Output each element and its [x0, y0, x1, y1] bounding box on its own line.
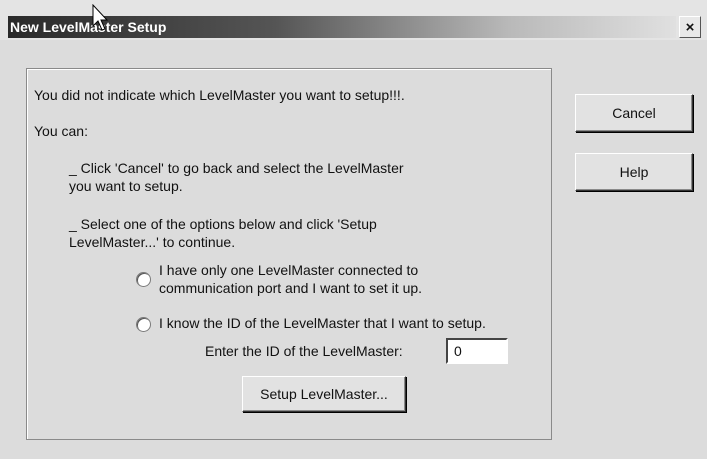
radio-know-id-label[interactable]: I know the ID of the LevelMaster that I … — [159, 315, 486, 331]
id-field-label: Enter the ID of the LevelMaster: — [205, 343, 403, 359]
close-button[interactable]: × — [679, 16, 701, 38]
select-instruction-line1: _ Select one of the options below and cl… — [69, 216, 377, 232]
cancel-button[interactable]: Cancel — [575, 94, 693, 132]
setup-levelmaster-button[interactable]: Setup LevelMaster... — [242, 376, 406, 412]
radio-know-id[interactable] — [136, 317, 151, 332]
select-instruction-line2: LevelMaster...' to continue. — [69, 234, 236, 250]
radio-single-label-line2[interactable]: communication port and I want to set it … — [159, 280, 422, 296]
warning-message: You did not indicate which LevelMaster y… — [34, 87, 405, 103]
window-title: New LevelMaster Setup — [10, 19, 167, 35]
radio-single-label-line1[interactable]: I have only one LevelMaster connected to — [159, 262, 418, 278]
levelmaster-id-value: 0 — [454, 343, 462, 359]
cancel-label: Cancel — [612, 105, 656, 121]
mouse-pointer-icon — [92, 4, 108, 31]
close-icon: × — [685, 18, 695, 36]
help-button[interactable]: Help — [575, 153, 693, 191]
you-can-label: You can: — [34, 123, 88, 139]
title-bar: New LevelMaster Setup × — [0, 0, 707, 40]
cancel-instruction-line2: you want to setup. — [69, 178, 183, 194]
cancel-instruction-line1: _ Click 'Cancel' to go back and select t… — [69, 160, 404, 176]
levelmaster-id-input[interactable]: 0 — [446, 338, 508, 364]
setup-levelmaster-label: Setup LevelMaster... — [260, 386, 388, 402]
radio-single-levelmaster[interactable] — [136, 272, 151, 287]
help-label: Help — [619, 164, 649, 180]
